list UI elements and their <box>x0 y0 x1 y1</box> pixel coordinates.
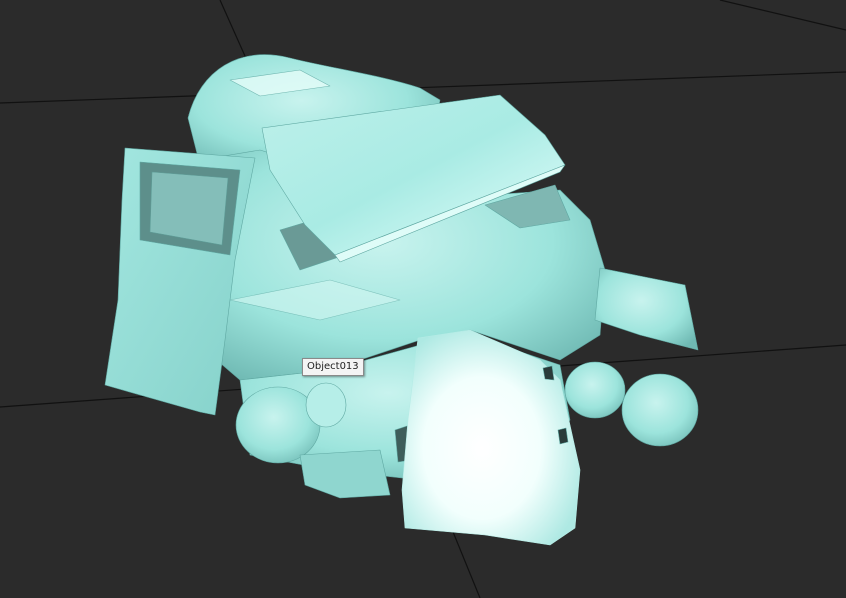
tire-left-inner <box>305 382 347 428</box>
viewport-canvas[interactable] <box>0 0 846 598</box>
tire-right <box>564 361 626 419</box>
grid-line <box>719 0 846 31</box>
front-dark-notch <box>542 365 555 381</box>
suspension-parts <box>299 449 391 499</box>
fender-right <box>594 267 699 351</box>
crushed-car-model <box>104 54 699 546</box>
tire-right-far <box>621 373 699 447</box>
front-dark-notch <box>557 427 569 445</box>
door-frame-inner <box>149 171 229 246</box>
front-panel-lit <box>401 329 581 546</box>
object-name-tooltip: Object013 <box>302 358 364 376</box>
3d-viewport[interactable]: Object013 <box>0 0 846 598</box>
